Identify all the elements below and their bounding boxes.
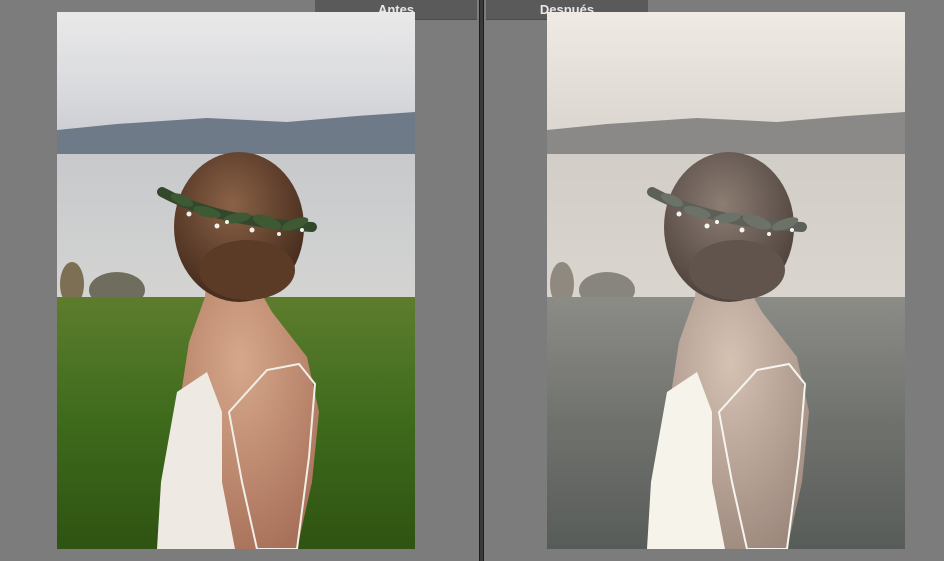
before-photo-image [57,12,415,549]
split-divider[interactable] [479,0,484,561]
before-photo [57,12,415,549]
after-photo [547,12,905,549]
after-photo-image [547,12,905,549]
